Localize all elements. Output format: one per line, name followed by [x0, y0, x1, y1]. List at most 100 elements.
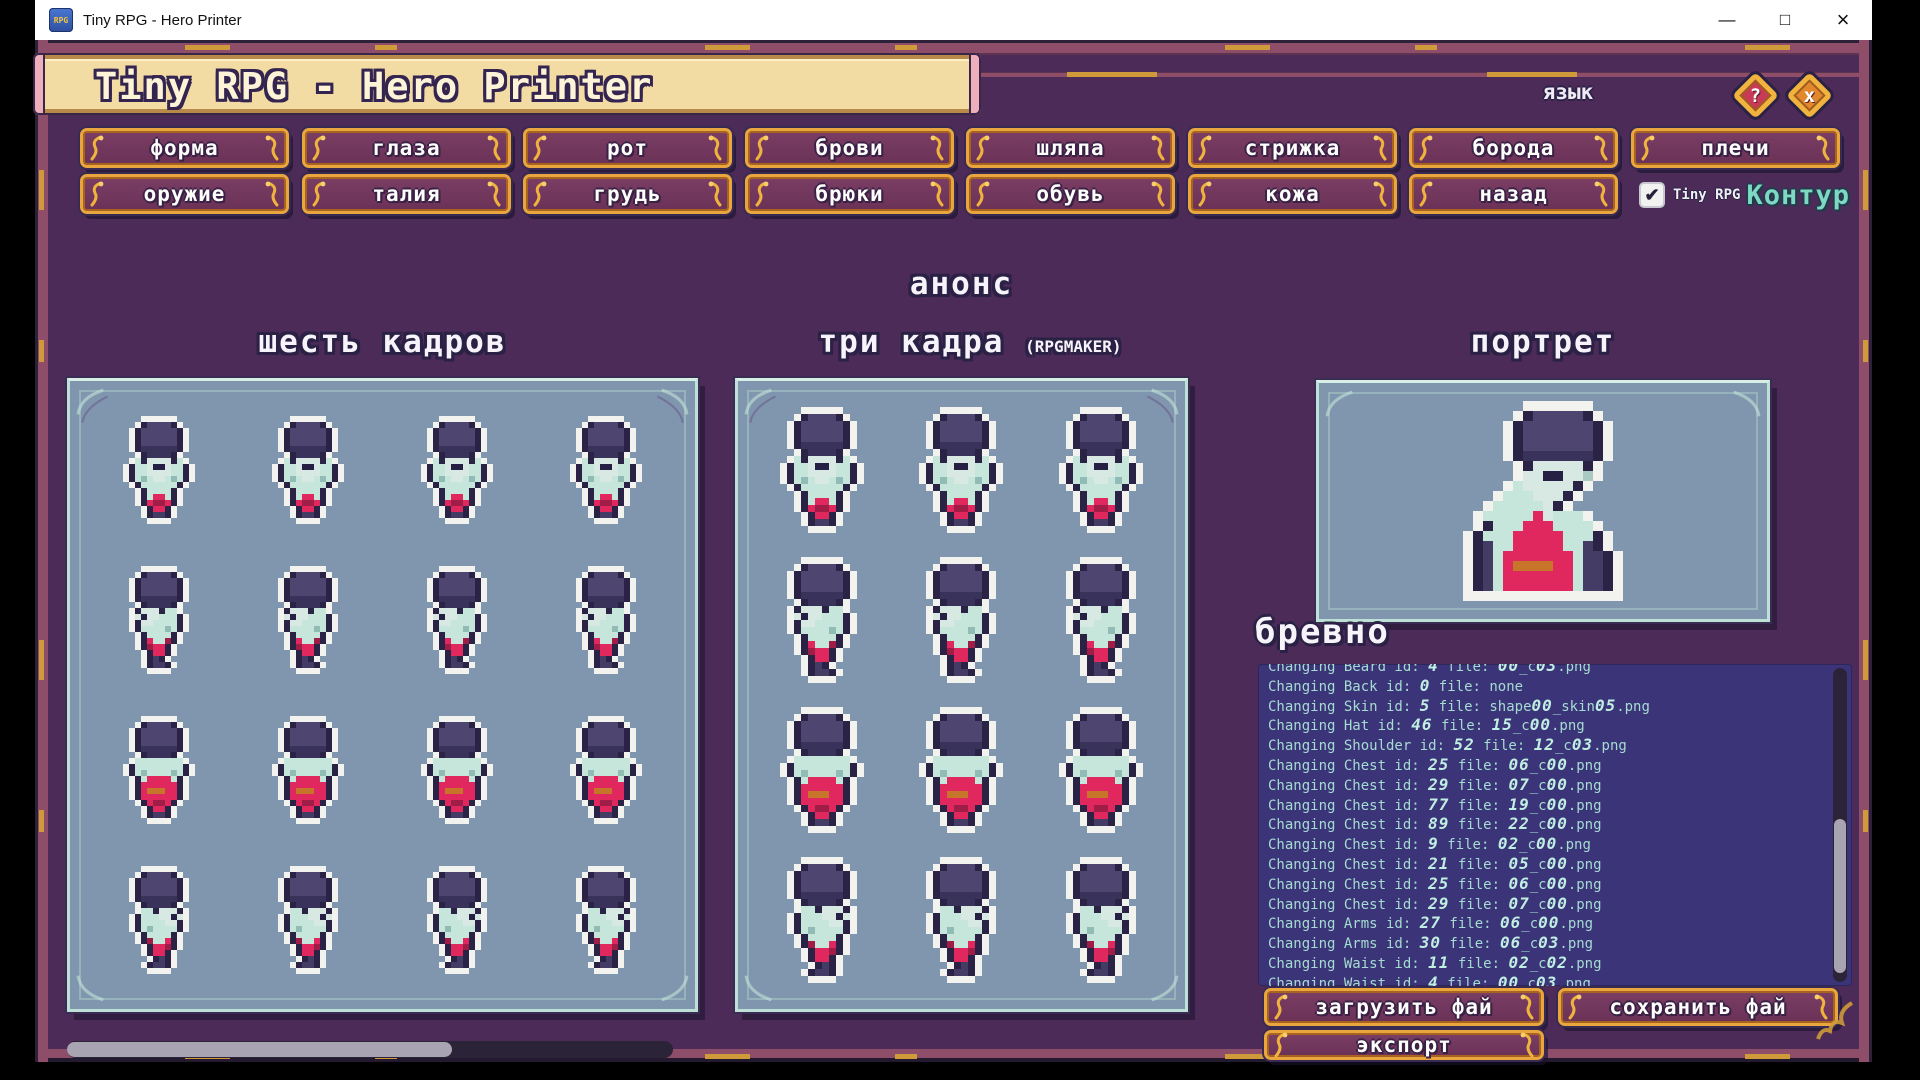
outline-label: Контур: [1746, 180, 1850, 211]
log-line: Changing Beard id: 4 file: 00_c03.png: [1268, 664, 1826, 677]
character-sprite: [272, 566, 344, 674]
announce-header: анонс: [735, 266, 1188, 302]
character-sprite: [570, 716, 642, 824]
log-scrollbar-thumb[interactable]: [1834, 819, 1846, 973]
x-icon: x: [1804, 84, 1815, 106]
question-icon: ?: [1750, 84, 1761, 106]
log-line: Changing Chest id: 21 file: 05_c00.png: [1268, 855, 1826, 875]
flourish-icon: [89, 181, 105, 207]
close-diamond-button[interactable]: x: [1786, 72, 1833, 119]
flourish-icon: [707, 135, 723, 161]
flourish-icon: [1418, 181, 1434, 207]
toolbar-button-5-row2[interactable]: обувь: [966, 174, 1175, 214]
character-sprite: [780, 557, 864, 683]
toolbar-button-8-row1[interactable]: плечи: [1631, 128, 1840, 168]
save-file-button[interactable]: сохранить фай: [1558, 988, 1838, 1026]
button-label: шляпа: [991, 136, 1150, 160]
six-frames-header: шесть кадров: [67, 324, 698, 360]
character-sprite: [123, 566, 195, 674]
flourish-icon: [975, 181, 991, 207]
portrait-header: портрет: [1316, 324, 1770, 360]
log-line: Changing Chest id: 25 file: 06_c00.png: [1268, 756, 1826, 776]
toolbar-button-1-row1[interactable]: форма: [80, 128, 289, 168]
toolbar-button-4-row1[interactable]: брови: [745, 128, 954, 168]
toolbar-button-2-row1[interactable]: глаза: [302, 128, 511, 168]
log-header: бревно: [1255, 612, 1390, 652]
app-window: RPG Tiny RPG - Hero Printer — □ × Tiny R…: [35, 0, 1872, 1062]
toolbar-button-3-row2[interactable]: грудь: [523, 174, 732, 214]
toolbar-button-3-row1[interactable]: рот: [523, 128, 732, 168]
flourish-icon: [1197, 135, 1213, 161]
flourish-icon: [264, 181, 280, 207]
corner-squiggle-icon: [1808, 1001, 1854, 1046]
toolbar-button-2-row2[interactable]: талия: [302, 174, 511, 214]
log-line: Changing Chest id: 25 file: 06_c00.png: [1268, 875, 1826, 895]
flourish-icon: [89, 135, 105, 161]
three-frames-grid: [752, 395, 1171, 995]
language-label[interactable]: язык: [1523, 80, 1613, 104]
character-sprite: [421, 716, 493, 824]
character-sprite: [421, 416, 493, 524]
character-sprite: [1059, 407, 1143, 533]
flourish-icon: [1273, 994, 1289, 1020]
toolbar-button-5-row1[interactable]: шляпа: [966, 128, 1175, 168]
character-sprite: [570, 866, 642, 974]
help-diamond-button[interactable]: ?: [1732, 72, 1779, 119]
flourish-icon: [1567, 994, 1583, 1020]
button-label: брюки: [770, 182, 929, 206]
outline-toggle[interactable]: ✔ Tiny RPG Контур: [1639, 176, 1850, 214]
log-line: Changing Waist id: 4 file: 00_c03.png: [1268, 974, 1826, 986]
button-label: талия: [327, 182, 486, 206]
character-sprite: [780, 707, 864, 833]
button-label: назад: [1434, 182, 1593, 206]
character-sprite: [1059, 857, 1143, 983]
brand-mini-label: Tiny RPG: [1673, 187, 1740, 203]
toolbar-button-1-row2[interactable]: оружие: [80, 174, 289, 214]
button-label: брови: [770, 136, 929, 160]
horizontal-scrollbar-thumb[interactable]: [67, 1042, 452, 1057]
log-line: Changing Arms id: 27 file: 06_c00.png: [1268, 914, 1826, 934]
horizontal-scrollbar-track[interactable]: [67, 1041, 673, 1058]
load-file-button[interactable]: загрузить фай: [1264, 988, 1544, 1026]
flourish-icon: [929, 135, 945, 161]
flourish-icon: [264, 135, 280, 161]
flourish-icon: [1519, 994, 1535, 1020]
flourish-icon: [1418, 135, 1434, 161]
flourish-icon: [754, 181, 770, 207]
flourish-icon: [975, 135, 991, 161]
character-sprite: [1059, 557, 1143, 683]
character-sprite: [272, 866, 344, 974]
log-line: Changing Chest id: 89 file: 22_c00.png: [1268, 815, 1826, 835]
three-frames-title: три кадра: [819, 324, 1005, 360]
log-line: Changing Chest id: 29 file: 07_c00.png: [1268, 895, 1826, 915]
maximize-button[interactable]: □: [1756, 0, 1814, 40]
toolbar-button-7-row2[interactable]: назад: [1409, 174, 1618, 214]
toolbar-button-7-row1[interactable]: борода: [1409, 128, 1618, 168]
flourish-icon: [1593, 181, 1609, 207]
log-scrollbar-track[interactable]: [1833, 668, 1847, 982]
button-label: плечи: [1656, 136, 1815, 160]
three-frames-header: три кадра (RPGMAKER): [735, 324, 1205, 360]
frame-right: [1859, 40, 1872, 1062]
outline-checkbox[interactable]: ✔: [1639, 182, 1665, 208]
frame-top: [35, 40, 1872, 55]
log-line: Changing Hat id: 46 file: 15_c00.png: [1268, 716, 1826, 736]
button-label: форма: [105, 136, 264, 160]
character-sprite: [780, 857, 864, 983]
log-line: Changing Skin id: 5 file: shape00_skin05…: [1268, 697, 1826, 717]
character-sprite: [421, 566, 493, 674]
button-label: кожа: [1213, 182, 1372, 206]
frame-left: [35, 40, 48, 1062]
toolbar-button-4-row2[interactable]: брюки: [745, 174, 954, 214]
six-frames-grid: [84, 395, 681, 995]
toolbar-button-6-row2[interactable]: кожа: [1188, 174, 1397, 214]
portrait-image: [1319, 383, 1767, 619]
checkmark-icon: ✔: [1644, 185, 1659, 206]
close-button[interactable]: ×: [1814, 0, 1872, 40]
button-label: обувь: [991, 182, 1150, 206]
button-label: оружие: [105, 182, 264, 206]
minimize-button[interactable]: —: [1698, 0, 1756, 40]
toolbar-button-6-row1[interactable]: стрижка: [1188, 128, 1397, 168]
flourish-icon: [1593, 135, 1609, 161]
export-button[interactable]: экспорт: [1264, 1030, 1544, 1060]
